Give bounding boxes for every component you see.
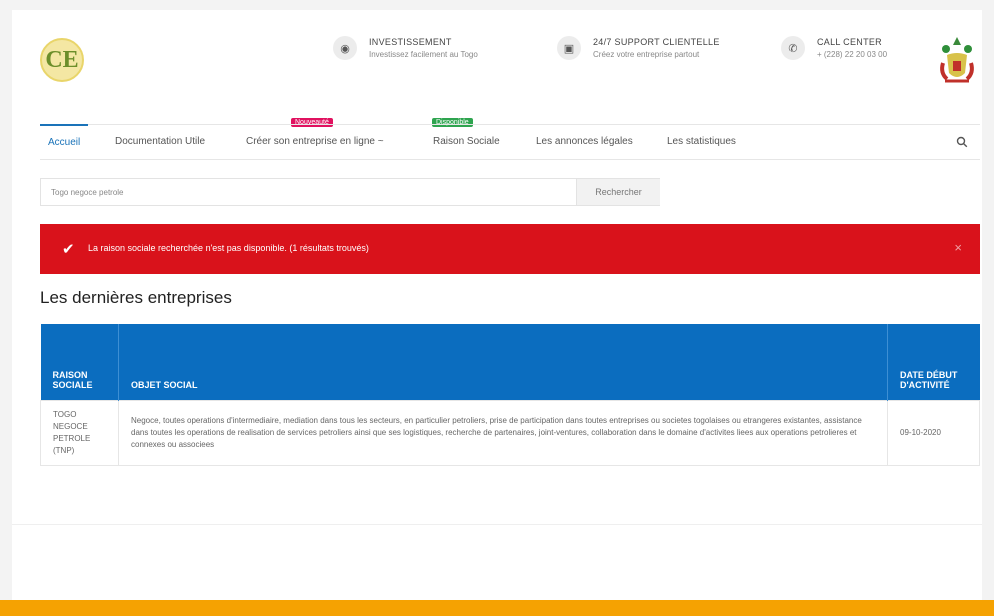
close-icon[interactable]: × (954, 240, 962, 255)
info-subtitle: + (228) 22 20 03 00 (817, 50, 888, 59)
logo-text: CE (45, 46, 79, 73)
cell-raison-sociale: TOGO NEGOCE PETROLE (TNP) (40, 399, 119, 466)
nav-item-accueil[interactable]: Accueil (40, 124, 89, 158)
header-raison-sociale: RAISON SOCIALE (40, 324, 119, 400)
nav-item-raison-sociale[interactable]: Raison Sociale (433, 125, 500, 159)
info-title: INVESTISSEMENT (369, 37, 452, 47)
info-title: CALL CENTER (817, 37, 882, 47)
section-title: Les dernières entreprises (40, 288, 232, 307)
info-subtitle: Investissez facilement au Togo (369, 50, 478, 59)
eye-icon: ◉ (333, 36, 357, 60)
nav-item-creer-entreprise[interactable]: Créer son entreprise en ligne ~ (246, 125, 384, 159)
check-icon: ✔ (62, 241, 75, 258)
main-nav: Accueil Documentation Utile Créer son en… (40, 124, 980, 160)
search-button[interactable]: Rechercher (576, 179, 660, 205)
header-info-support: ▣ 24/7 SUPPORT CLIENTELLE Créez votre en… (557, 36, 720, 60)
table-row[interactable]: TOGO NEGOCE PETROLE (TNP) Negoce, toutes… (40, 399, 980, 466)
nav-item-statistiques[interactable]: Les statistiques (667, 125, 736, 159)
table-header-row: RAISON SOCIALE OBJET SOCIAL DATE DÉBUT D… (40, 324, 980, 400)
nav-item-annonces-legales[interactable]: Les annonces légales (536, 125, 633, 159)
info-subtitle: Créez votre entreprise partout (593, 50, 700, 59)
header-objet-social: OBJET SOCIAL (118, 324, 888, 400)
search-form: Rechercher (40, 178, 660, 206)
nav-item-documentation[interactable]: Documentation Utile (115, 125, 205, 159)
header-info-call-center: ✆ CALL CENTER + (228) 22 20 03 00 (781, 36, 887, 60)
coat-of-arms-icon (940, 37, 974, 83)
divider (12, 524, 982, 525)
search-icon[interactable] (956, 136, 968, 148)
cell-date-debut: 09-10-2020 (887, 399, 980, 466)
content-card (12, 10, 982, 616)
error-alert: ✔ La raison sociale recherchée n'est pas… (40, 224, 980, 274)
header-info-investissement: ◉ INVESTISSEMENT Investissez facilement … (333, 36, 478, 60)
cell-objet-social: Negoce, toutes operations d'intermediair… (118, 399, 888, 466)
phone-icon: ✆ (781, 36, 805, 60)
support-icon: ▣ (557, 36, 581, 60)
header-date-debut: DATE DÉBUT D'ACTIVITÉ (887, 324, 980, 400)
footer-bar (0, 600, 994, 616)
search-input[interactable] (41, 179, 576, 205)
alert-message: La raison sociale recherchée n'est pas d… (88, 243, 369, 253)
info-title: 24/7 SUPPORT CLIENTELLE (593, 37, 720, 47)
page: CE ◉ INVESTISSEMENT Investissez facileme… (0, 0, 994, 616)
site-logo[interactable]: CE (40, 38, 84, 82)
companies-table: RAISON SOCIALE OBJET SOCIAL DATE DÉBUT D… (40, 324, 980, 466)
